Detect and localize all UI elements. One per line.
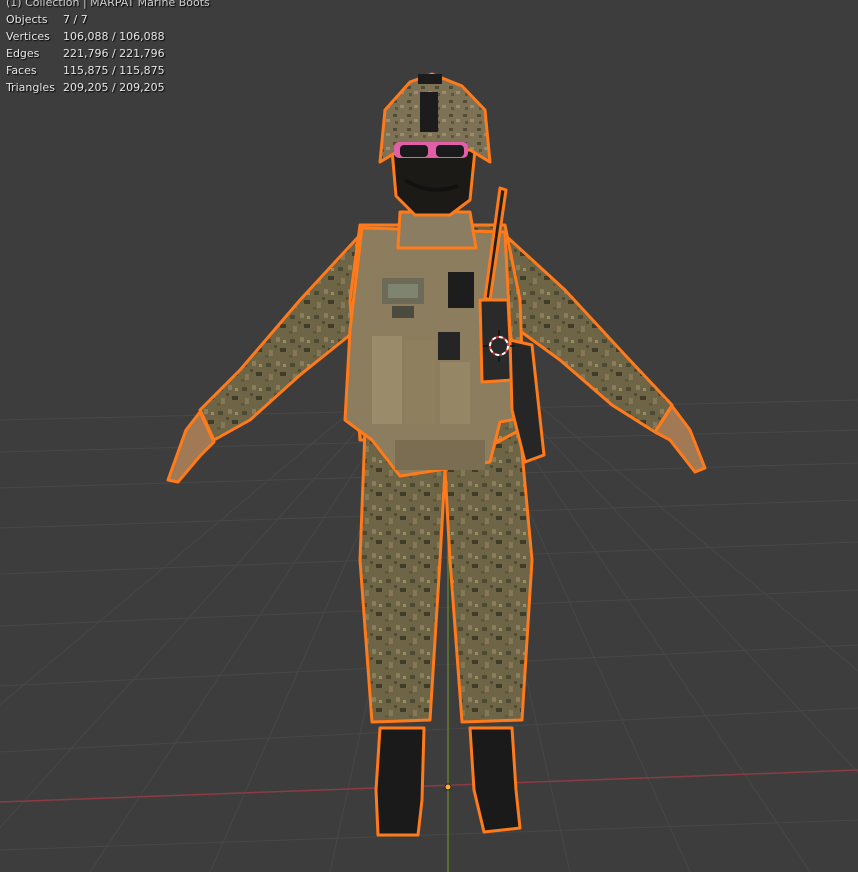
- stats-value: 209,205 / 209,205: [63, 81, 165, 94]
- stats-label: Faces: [6, 64, 37, 77]
- stats-row-objects: Objects 7 / 7: [6, 11, 210, 28]
- right-leg: [443, 428, 534, 724]
- stats-label: Triangles: [6, 81, 55, 94]
- stats-value: 7 / 7: [63, 13, 88, 26]
- stats-label: Objects: [6, 13, 48, 26]
- collection-header: (1) Collection | MARPAT Marine Boots: [6, 0, 210, 9]
- left-boot: [374, 726, 426, 837]
- 3d-viewport[interactable]: (1) Collection | MARPAT Marine Boots Obj…: [0, 0, 858, 872]
- stats-value: 115,875 / 115,875: [63, 64, 165, 77]
- stats-row-vertices: Vertices 106,088 / 106,088: [6, 28, 210, 45]
- stats-value: 106,088 / 106,088: [63, 30, 165, 43]
- soldier-model[interactable]: [0, 0, 858, 872]
- left-arm: [198, 233, 362, 442]
- stats-label: Vertices: [6, 30, 50, 43]
- stats-label: Edges: [6, 47, 40, 60]
- stats-value: 221,796 / 221,796: [63, 47, 165, 60]
- head: [390, 148, 477, 217]
- statistics-overlay: (1) Collection | MARPAT Marine Boots Obj…: [6, 0, 210, 96]
- origin-dot-icon: [444, 783, 452, 791]
- stats-row-edges: Edges 221,796 / 221,796: [6, 45, 210, 62]
- neck-gaiter: [396, 210, 478, 250]
- stats-row-faces: Faces 115,875 / 115,875: [6, 62, 210, 79]
- right-boot: [468, 726, 522, 834]
- stats-row-triangles: Triangles 209,205 / 209,205: [6, 79, 210, 96]
